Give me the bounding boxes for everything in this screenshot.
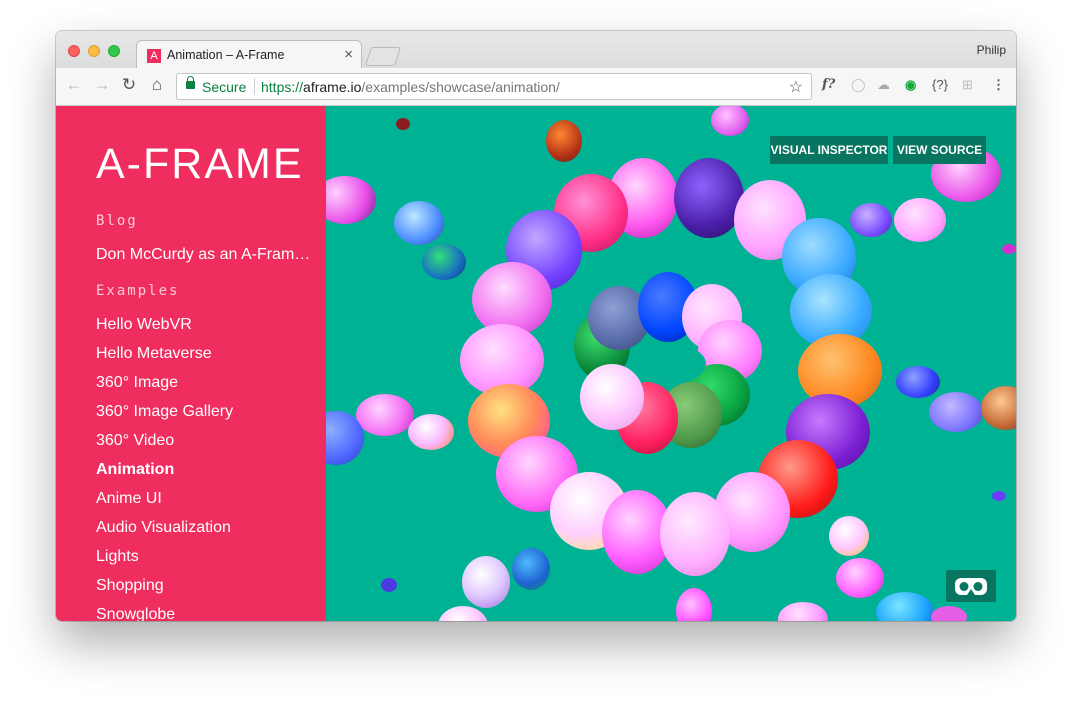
scene-sphere (992, 491, 1006, 501)
address-bar[interactable]: Secure https://aframe.io/examples/showca… (176, 73, 812, 100)
url-scheme: https:// (261, 79, 304, 95)
enter-vr-button[interactable] (946, 570, 996, 602)
url-separator (254, 78, 255, 95)
url-host: aframe.io (303, 79, 362, 95)
scene-sphere (512, 548, 550, 590)
examples-heading: Examples (96, 283, 180, 299)
title-bar: A Animation – A-Frame × Philip (56, 31, 1016, 69)
scene-sphere (462, 556, 510, 608)
scene-sphere (422, 244, 466, 280)
example-link-snowglobe[interactable]: Snowglobe (96, 606, 175, 621)
back-arrow-icon[interactable]: ← (64, 75, 84, 95)
forward-arrow-icon[interactable]: → (92, 75, 112, 95)
sidebar: A-FRAME Blog Don McCurdy as an A-Fram… E… (56, 106, 326, 621)
scene-sphere (1002, 244, 1016, 254)
example-link-hello-metaverse[interactable]: Hello Metaverse (96, 345, 212, 363)
scene-sphere (660, 492, 730, 576)
profile-name[interactable]: Philip (977, 43, 1006, 57)
close-window-button[interactable] (68, 45, 80, 57)
scene-sphere (381, 578, 397, 592)
browser-window: A Animation – A-Frame × Philip ← → ↻ ⌂ S… (56, 31, 1016, 621)
extension-icon[interactable]: ◯ (851, 77, 866, 93)
zoom-window-button[interactable] (108, 45, 120, 57)
url-path: /examples/showcase/animation/ (361, 79, 560, 95)
scene-sphere (876, 592, 934, 621)
page-content: A-FRAME Blog Don McCurdy as an A-Fram… E… (56, 106, 1016, 621)
blog-heading: Blog (96, 213, 138, 229)
scene-sphere (326, 176, 376, 224)
example-link-anime-ui[interactable]: Anime UI (96, 490, 162, 508)
scene-sphere (636, 344, 706, 384)
scene-sphere (850, 203, 892, 237)
scene-sphere (394, 201, 444, 245)
example-link-360-video[interactable]: 360° Video (96, 432, 174, 450)
example-link-shopping[interactable]: Shopping (96, 577, 164, 595)
example-link-hello-webvr[interactable]: Hello WebVR (96, 316, 192, 334)
browser-toolbar: ← → ↻ ⌂ Secure https://aframe.io/example… (56, 68, 1016, 106)
blog-post-link[interactable]: Don McCurdy as an A-Fram… (96, 246, 310, 264)
example-link-lights[interactable]: Lights (96, 548, 139, 566)
vr-scene-canvas[interactable]: VISUAL INSPECTOR VIEW SOURCE (326, 106, 1016, 621)
home-icon[interactable]: ⌂ (147, 75, 167, 95)
scene-sphere (711, 106, 749, 136)
scene-sphere (829, 516, 869, 556)
view-source-button[interactable]: VIEW SOURCE (893, 136, 986, 164)
scene-sphere (438, 606, 488, 621)
reload-icon[interactable]: ↻ (119, 75, 139, 95)
scene-sphere (931, 606, 967, 621)
scene-sphere (356, 394, 414, 436)
add-extension-icon[interactable]: ⊞ (962, 77, 973, 93)
aframe-logo[interactable]: A-FRAME (96, 140, 304, 189)
json-extension-icon[interactable]: {?} (932, 77, 948, 92)
font-finder-extension-icon[interactable]: f? (822, 77, 835, 92)
grammarly-extension-icon[interactable]: ◉ (905, 77, 916, 93)
bookmark-star-icon[interactable]: ☆ (789, 77, 803, 97)
cloud-extension-icon[interactable]: ☁ (877, 77, 890, 93)
minimize-window-button[interactable] (88, 45, 100, 57)
url-text[interactable]: https://aframe.io/examples/showcase/anim… (261, 79, 560, 95)
example-link-360-image[interactable]: 360° Image (96, 374, 178, 392)
scene-sphere (929, 392, 983, 432)
scene-sphere (396, 118, 410, 130)
secure-label: Secure (202, 79, 247, 95)
browser-tab[interactable]: A Animation – A-Frame × (136, 40, 362, 69)
aframe-favicon-icon: A (147, 49, 161, 63)
lock-icon (186, 76, 195, 89)
new-tab-button[interactable] (364, 47, 402, 66)
example-link-audio-visualization[interactable]: Audio Visualization (96, 519, 231, 537)
visual-inspector-button[interactable]: VISUAL INSPECTOR (770, 136, 888, 164)
menu-kebab-icon[interactable]: ⋮ (992, 77, 1005, 93)
example-link-animation[interactable]: Animation (96, 461, 174, 479)
scene-sphere (676, 588, 712, 621)
scene-sphere (546, 120, 582, 162)
vr-headset-icon (955, 578, 987, 595)
scene-sphere (896, 366, 940, 398)
scene-sphere (408, 414, 454, 450)
tab-close-icon[interactable]: × (344, 46, 353, 63)
scene-sphere (894, 198, 946, 242)
scene-sphere (580, 364, 644, 430)
scene-sphere (836, 558, 884, 598)
scene-sphere (778, 602, 828, 621)
scene-sphere (981, 386, 1016, 430)
example-link-360-image-gallery[interactable]: 360° Image Gallery (96, 403, 233, 421)
tab-title: Animation – A-Frame (167, 48, 285, 62)
